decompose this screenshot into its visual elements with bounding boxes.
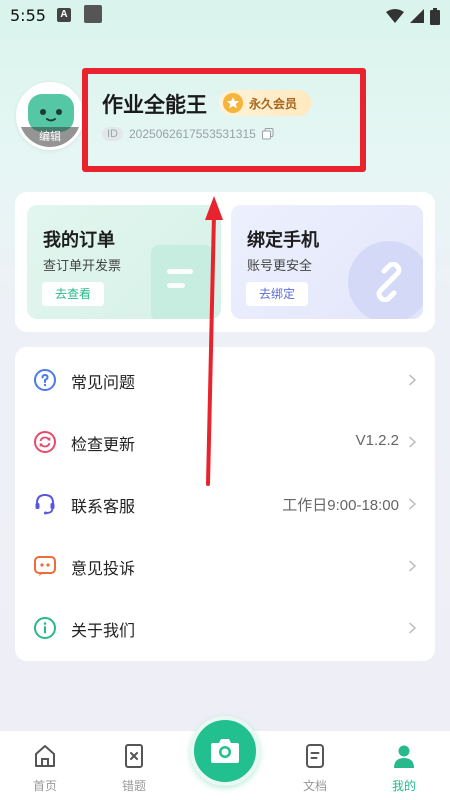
help-icon xyxy=(34,369,56,391)
chevron-right-icon xyxy=(408,622,417,634)
document-icon xyxy=(306,744,324,768)
menu-label: 常见问题 xyxy=(71,373,136,392)
menu-item-check-update[interactable]: 检查更新 V1.2.2 xyxy=(15,411,435,473)
headset-icon xyxy=(35,493,55,515)
wrong-questions-icon xyxy=(125,744,143,768)
bind-phone-card[interactable]: 绑定手机 账号更安全 去绑定 xyxy=(231,205,423,319)
cards-panel: 我的订单 查订单开发票 去查看 绑定手机 账号更安全 去绑定 xyxy=(15,192,435,332)
avatar-edit-label[interactable]: 编辑 xyxy=(19,127,81,147)
app-version: V1.2.2 xyxy=(355,432,399,449)
chevron-right-icon xyxy=(408,374,417,386)
highlight-box xyxy=(82,68,366,172)
wifi-icon xyxy=(386,9,404,23)
my-orders-title: 我的订单 xyxy=(43,230,115,251)
refresh-icon xyxy=(34,431,56,453)
bind-phone-title: 绑定手机 xyxy=(247,230,319,251)
menu-label: 检查更新 xyxy=(71,435,136,454)
nav-label: 首页 xyxy=(32,779,57,793)
status-icons xyxy=(386,7,440,25)
camera-icon xyxy=(211,739,239,763)
menu-item-about-us[interactable]: 关于我们 xyxy=(15,597,435,659)
nav-item-wrong-questions[interactable]: 错题 xyxy=(94,731,174,800)
chevron-right-icon xyxy=(408,498,417,510)
notification-badge-icon: A xyxy=(57,8,71,22)
my-orders-subtitle: 查订单开发票 xyxy=(43,259,122,274)
menu-list: 常见问题 检查更新 V1.2.2 联系客服 工作日9:00-18:00 意见投诉… xyxy=(15,347,435,661)
cellular-icon xyxy=(410,9,424,23)
menu-item-feedback[interactable]: 意见投诉 xyxy=(15,535,435,597)
status-bar: 5:55 A xyxy=(0,0,450,32)
profile-icon xyxy=(394,745,414,768)
link-decoration-icon xyxy=(348,241,423,319)
chat-icon xyxy=(34,556,56,576)
home-icon xyxy=(35,745,55,767)
chevron-right-icon xyxy=(408,436,417,448)
bind-phone-subtitle: 账号更安全 xyxy=(247,259,313,274)
menu-label: 联系客服 xyxy=(71,497,136,516)
battery-icon xyxy=(430,7,440,25)
my-orders-card[interactable]: 我的订单 查订单开发票 去查看 xyxy=(27,205,221,319)
nav-label: 我的 xyxy=(391,779,416,793)
camera-button[interactable] xyxy=(190,716,260,786)
bind-phone-button[interactable]: 去绑定 xyxy=(246,282,309,306)
nav-item-documents[interactable]: 文档 xyxy=(275,731,355,800)
nav-item-profile[interactable]: 我的 xyxy=(364,731,444,800)
menu-item-contact-support[interactable]: 联系客服 工作日9:00-18:00 xyxy=(15,473,435,535)
nav-label: 文档 xyxy=(302,779,327,793)
support-hours: 工作日9:00-18:00 xyxy=(282,497,399,514)
document-decoration-icon xyxy=(151,245,213,319)
chevron-right-icon xyxy=(408,560,417,572)
menu-label: 关于我们 xyxy=(71,621,136,640)
status-time: 5:55 xyxy=(10,6,46,25)
nav-item-home[interactable]: 首页 xyxy=(5,731,85,800)
menu-label: 意见投诉 xyxy=(71,559,136,578)
nav-label: 错题 xyxy=(121,779,146,793)
menu-item-faq[interactable]: 常见问题 xyxy=(15,349,435,411)
avatar[interactable]: 编辑 xyxy=(16,82,84,150)
view-orders-button[interactable]: 去查看 xyxy=(42,282,105,306)
notification-square-icon xyxy=(84,5,102,23)
info-icon xyxy=(34,617,56,639)
